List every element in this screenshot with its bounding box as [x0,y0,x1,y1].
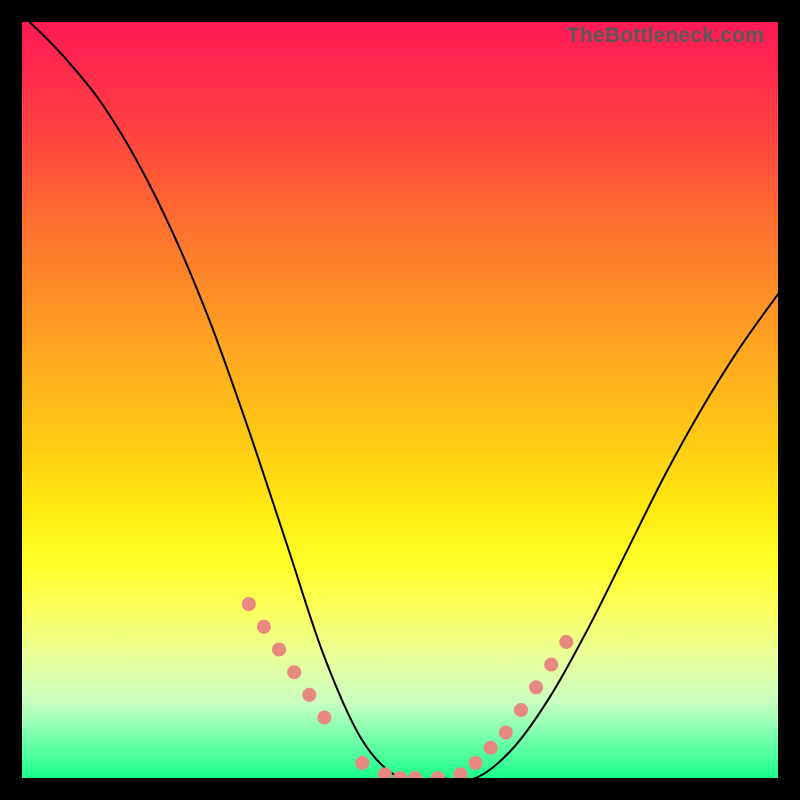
curve-marker [272,643,286,657]
curve-marker [454,767,468,778]
curve-svg [22,22,778,778]
curve-marker [393,771,407,778]
plot-area: TheBottleneck.com [22,22,778,778]
curve-marker [317,711,331,725]
curve-marker [529,680,543,694]
curve-marker [514,703,528,717]
curve-marker [355,756,369,770]
curve-marker [408,771,422,778]
curve-marker [242,597,256,611]
curve-marker [499,726,513,740]
bottleneck-curve [30,22,778,778]
curve-marker [484,741,498,755]
curve-marker [559,635,573,649]
curve-marker [469,756,483,770]
curve-marker [302,688,316,702]
curve-marker [378,767,392,778]
curve-markers [242,597,574,778]
curve-marker [544,658,558,672]
curve-marker [431,771,445,778]
curve-marker [287,665,301,679]
curve-marker [257,620,271,634]
chart-frame: TheBottleneck.com [0,0,800,800]
